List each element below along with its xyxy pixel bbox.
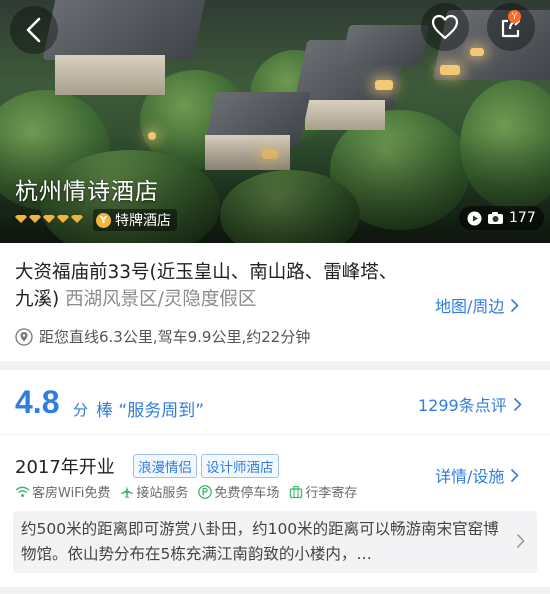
- camera-icon: [488, 212, 503, 224]
- map-nearby-label: 地图/周边: [435, 297, 505, 316]
- building-wall: [305, 100, 385, 130]
- description-text: 约500米的距离即可游赏八卦田，约100米的距离可以畅游南宋官窑博物馆。依山势分…: [21, 520, 499, 563]
- building-roof: [42, 0, 208, 60]
- building-wall: [55, 55, 165, 95]
- photo-gallery-button[interactable]: 177: [459, 206, 544, 230]
- facility-label: 客房WiFi免费: [32, 486, 111, 501]
- details-facilities-link[interactable]: 详情/设施: [435, 463, 520, 487]
- map-nearby-link[interactable]: 地图/周边: [435, 293, 520, 317]
- hotel-name: 杭州情诗酒店: [15, 179, 159, 205]
- y-coin-icon: Y: [96, 212, 111, 228]
- share-badge: Y: [508, 10, 521, 23]
- wifi-icon: [15, 486, 30, 497]
- facility-list: 客房WiFi免费 接站服务 免费停车场 行李寄存: [15, 482, 357, 501]
- distance-info: 距您直线6.3公里,驾车9.9公里,约22分钟: [15, 326, 310, 347]
- diamond-icon: [15, 215, 27, 223]
- diamond-icon: [57, 215, 69, 223]
- facility-wifi: 客房WiFi免费: [15, 482, 110, 501]
- reviews-count: 1299条点评: [418, 396, 507, 415]
- diamond-icon: [29, 215, 41, 223]
- diamond-icon: [43, 215, 55, 223]
- chevron-right-icon: [516, 533, 525, 549]
- window-light: [470, 48, 484, 56]
- facility-label: 免费停车场: [214, 486, 280, 501]
- photo-count: 177: [509, 210, 536, 226]
- opening-year: 2017年开业: [15, 457, 115, 478]
- area-name: 西湖风景区/灵隐度假区: [65, 289, 257, 310]
- address-text[interactable]: 大资福庙前33号(近玉皇山、南山路、雷峰塔、九溪) 西湖风景区/灵隐度假区: [15, 259, 415, 313]
- hotel-description[interactable]: 约500米的距离即可游赏八卦田，约100米的距离可以畅游南宋官窑博物馆。依山势分…: [13, 511, 537, 573]
- brand-badge-label: 特牌酒店: [115, 213, 171, 229]
- window-light: [375, 80, 393, 90]
- luggage-icon: [290, 485, 303, 498]
- facility-luggage: 行李寄存: [289, 482, 357, 501]
- facility-parking: 免费停车场: [198, 482, 279, 501]
- diamond-rating: [15, 212, 83, 224]
- back-button[interactable]: [10, 6, 58, 54]
- parking-icon: [198, 484, 213, 499]
- tag-romantic: 浪漫情侣: [133, 454, 197, 478]
- reviews-link[interactable]: 1299条点评: [418, 392, 522, 416]
- favorite-button[interactable]: [421, 3, 469, 51]
- hero-photo[interactable]: Y 杭州情诗酒店 Y 特牌酒店 177: [0, 0, 550, 243]
- chevron-right-icon: [511, 468, 520, 482]
- heart-icon: [431, 14, 459, 40]
- hotel-info-section: 2017年开业 浪漫情侣 设计师酒店 详情/设施 客房WiFi免费 接站服务 免…: [0, 435, 550, 594]
- rating-unit: 分: [73, 401, 89, 419]
- diamond-icon: [71, 215, 83, 223]
- rating-score: 4.8: [15, 384, 60, 420]
- tag-designer-hotel: 设计师酒店: [201, 454, 279, 478]
- chevron-right-icon: [511, 298, 520, 312]
- address-section: 大资福庙前33号(近玉皇山、南山路、雷峰塔、九溪) 西湖风景区/灵隐度假区 地图…: [0, 243, 550, 361]
- brand-badge[interactable]: Y 特牌酒店: [93, 209, 177, 231]
- location-pin-icon: [15, 327, 33, 346]
- play-icon: [467, 211, 482, 225]
- details-facilities-label: 详情/设施: [435, 467, 505, 486]
- rating-section[interactable]: 4.8 分 棒 “服务周到” 1299条点评: [0, 370, 550, 434]
- facility-label: 接站服务: [136, 486, 189, 501]
- chevron-left-icon: [26, 17, 41, 43]
- facility-pickup: 接站服务: [120, 482, 188, 501]
- distance-text: 距您直线6.3公里,驾车9.9公里,约22分钟: [39, 328, 311, 346]
- bottom-divider: [0, 587, 550, 594]
- building-roof: [340, 25, 430, 65]
- window-light: [440, 65, 460, 75]
- rating-comment: 棒 “服务周到”: [96, 401, 205, 421]
- plane-icon: [121, 485, 134, 498]
- facility-label: 行李寄存: [305, 486, 358, 501]
- chevron-right-icon: [513, 397, 522, 411]
